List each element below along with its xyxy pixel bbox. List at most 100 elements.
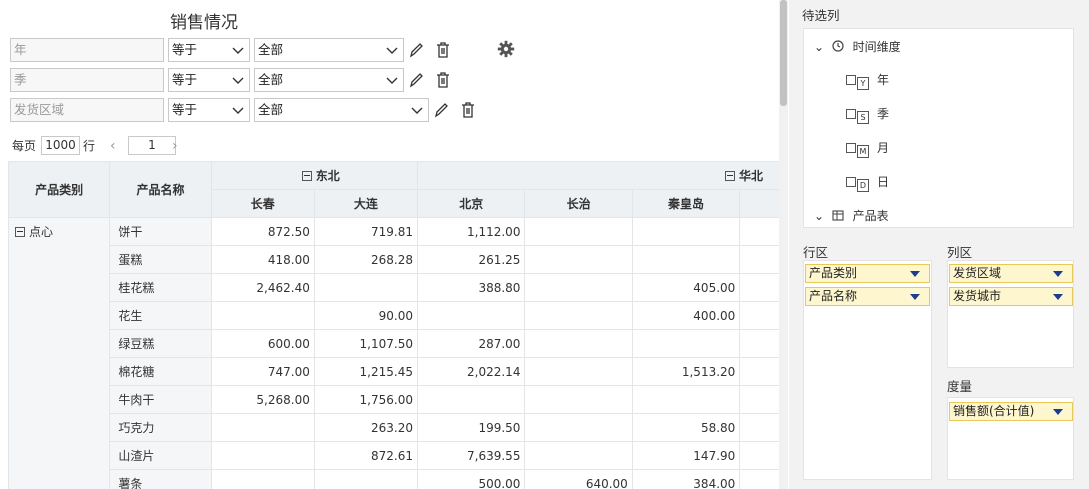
- tree-item-season[interactable]: S季: [846, 104, 889, 124]
- edit-icon[interactable]: [408, 71, 424, 89]
- measure-pill[interactable]: 销售额(合计值): [949, 402, 1073, 421]
- value-cell: 747.00: [210, 357, 315, 386]
- dropdown-triangle-icon[interactable]: [1053, 294, 1063, 300]
- scrollbar-thumb[interactable]: [780, 0, 787, 106]
- pivot-body: 点心 饼干 872.50 719.81 1,112.00 蛋糕 418.00 268.28 26…: [8, 217, 780, 489]
- table-row: 点心 饼干 872.50 719.81 1,112.00: [8, 217, 780, 489]
- checkbox[interactable]: [846, 75, 856, 85]
- checkbox[interactable]: [846, 109, 856, 119]
- tree-node-time-dimension[interactable]: ⌄ 时间维度: [814, 37, 901, 57]
- col-header-city: 北京: [416, 189, 526, 218]
- row-header-category: 产品类别: [8, 161, 111, 218]
- col-field-pill[interactable]: 发货区域: [949, 264, 1073, 283]
- value-cell: [210, 413, 315, 442]
- measure-zone[interactable]: 销售额(合计值): [947, 397, 1074, 480]
- month-icon: M: [857, 145, 869, 158]
- tree-item-label: 月: [877, 141, 890, 155]
- value-cell: [524, 413, 633, 442]
- report-area: 销售情况 年 等于 全部 季 等于 全部 发货区域 等于 全部 每页 1000 …: [0, 0, 789, 489]
- rows-label: 行: [83, 139, 96, 153]
- season-icon: S: [857, 111, 869, 124]
- chevron-down-icon[interactable]: ⌄: [814, 206, 826, 226]
- col-field-pill[interactable]: 发货城市: [949, 287, 1073, 306]
- prev-page-button[interactable]: ‹: [110, 136, 116, 156]
- row-zone[interactable]: 产品类别 产品名称: [803, 260, 932, 480]
- value-cell: [739, 385, 780, 414]
- col-zone-title: 列区: [947, 245, 973, 260]
- next-page-button[interactable]: ›: [172, 136, 178, 156]
- filter-value-select[interactable]: 全部: [254, 68, 404, 92]
- value-cell: 418.00: [210, 245, 315, 274]
- delete-icon[interactable]: [435, 71, 451, 89]
- dropdown-triangle-icon[interactable]: [1053, 409, 1063, 415]
- vertical-scrollbar[interactable]: [779, 0, 788, 489]
- checkbox[interactable]: [846, 177, 856, 187]
- value-cell: 1,107.50: [313, 329, 418, 358]
- chevron-down-icon[interactable]: ⌄: [814, 37, 826, 57]
- measure-zone-title: 度量: [947, 379, 973, 394]
- value-cell: [524, 441, 633, 470]
- value-cell: 1,513.20: [631, 357, 741, 386]
- chevron-down-icon: [232, 107, 244, 114]
- col-header-city: 大连: [313, 189, 418, 218]
- value-cell: [739, 469, 780, 489]
- col-zone[interactable]: 发货区域 发货城市: [947, 260, 1074, 368]
- value-cell: 500.00: [416, 469, 526, 489]
- value-cell: [313, 273, 418, 302]
- page-number-input[interactable]: 1: [128, 136, 176, 155]
- delete-icon[interactable]: [460, 101, 476, 119]
- checkbox[interactable]: [846, 143, 856, 153]
- dropdown-triangle-icon[interactable]: [910, 294, 920, 300]
- field-pill-label: 销售额(合计值): [953, 404, 1035, 418]
- category-cell[interactable]: 点心: [8, 217, 111, 489]
- value-cell: 1,112.00: [416, 217, 526, 246]
- collapse-icon[interactable]: [15, 227, 25, 237]
- edit-icon[interactable]: [408, 41, 424, 59]
- value-cell: 261.25: [416, 245, 526, 274]
- dropdown-triangle-icon[interactable]: [910, 271, 920, 277]
- value-cell: 400.00: [631, 301, 741, 330]
- filter-operator-value: 等于: [172, 102, 198, 117]
- table-row: 绿豆糕 600.00 1,107.50 287.00: [9, 329, 780, 358]
- value-cell: [416, 385, 526, 414]
- value-cell: [739, 441, 780, 470]
- filter-operator-select[interactable]: 等于: [168, 38, 250, 62]
- value-cell: [524, 357, 633, 386]
- value-cell: [524, 217, 633, 246]
- tree-item-day[interactable]: D日: [846, 172, 889, 192]
- value-cell: [631, 329, 741, 358]
- tree-item-year[interactable]: Y年: [846, 70, 889, 90]
- col-group-header[interactable]: 东北: [210, 161, 418, 190]
- value-cell: [524, 245, 633, 274]
- filter-operator-value: 等于: [172, 42, 198, 57]
- row-field-pill[interactable]: 产品名称: [805, 287, 930, 306]
- collapse-icon[interactable]: [724, 171, 735, 181]
- collapse-icon[interactable]: [301, 171, 312, 181]
- filter-value-select[interactable]: 全部: [254, 98, 429, 122]
- chevron-down-icon: [232, 77, 244, 84]
- value-cell: [210, 441, 315, 470]
- row-header-product: 产品名称: [109, 161, 212, 218]
- gear-icon[interactable]: [497, 40, 515, 58]
- delete-icon[interactable]: [435, 41, 451, 59]
- tree-item-label: 年: [877, 73, 890, 87]
- dropdown-triangle-icon[interactable]: [1053, 271, 1063, 277]
- filter-value-select[interactable]: 全部: [254, 38, 404, 62]
- product-name-cell: 巧克力: [109, 413, 212, 442]
- filter-operator-select[interactable]: 等于: [168, 98, 250, 122]
- value-cell: [524, 385, 633, 414]
- tree-item-month[interactable]: M月: [846, 138, 889, 158]
- row-field-pill[interactable]: 产品类别: [805, 264, 930, 283]
- col-group-header[interactable]: 华北: [416, 161, 780, 190]
- tree-node-product-table[interactable]: ⌄ 产品表: [814, 206, 889, 226]
- chevron-down-icon: [386, 77, 398, 84]
- field-pill-label: 发货区域: [953, 266, 1002, 280]
- filter-value-text: 全部: [258, 72, 284, 87]
- value-cell: 388.80: [416, 273, 526, 302]
- filter-operator-select[interactable]: 等于: [168, 68, 250, 92]
- table-row: 巧克力 263.20 199.50 58.80: [9, 413, 780, 442]
- page-size-input[interactable]: 1000: [41, 136, 80, 155]
- edit-icon[interactable]: [433, 101, 449, 119]
- filter-field-name: 季: [10, 68, 164, 92]
- value-cell: 1,756.00: [313, 385, 418, 414]
